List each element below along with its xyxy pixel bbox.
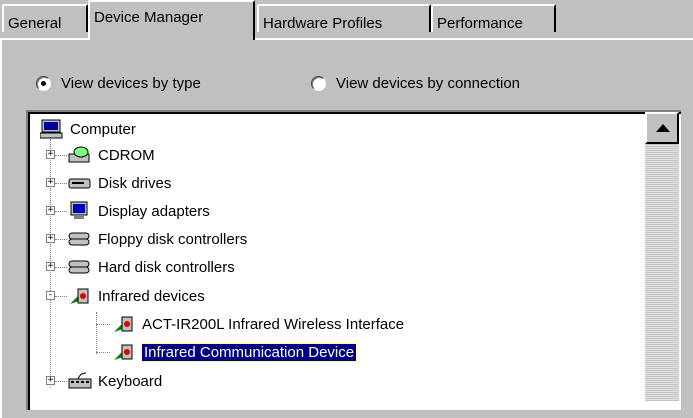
expand-icon[interactable]: + bbox=[46, 178, 55, 187]
scroll-up-button[interactable] bbox=[645, 112, 679, 144]
tab-performance[interactable]: Performance bbox=[431, 4, 556, 32]
computer-icon bbox=[39, 119, 64, 139]
radio-selected-icon bbox=[36, 75, 51, 91]
tree-item-keyboard[interactable]: + Keyboard bbox=[46, 368, 162, 394]
infrared-icon bbox=[112, 342, 136, 362]
tree-root-computer[interactable]: Computer bbox=[39, 116, 136, 142]
keyboard-icon bbox=[68, 371, 92, 391]
tab-general[interactable]: General bbox=[2, 4, 88, 32]
tab-hardware-profiles[interactable]: Hardware Profiles bbox=[257, 4, 431, 32]
expand-icon[interactable]: + bbox=[46, 206, 55, 215]
controller-icon bbox=[68, 257, 92, 277]
infrared-icon bbox=[68, 286, 92, 306]
tree-item-infrared-devices[interactable]: - Infrared devices bbox=[46, 283, 205, 309]
expand-icon[interactable]: + bbox=[46, 234, 55, 243]
tree-item-cdrom[interactable]: + CDROM bbox=[46, 142, 155, 168]
tree-item-disk-drives[interactable]: + Disk drives bbox=[46, 170, 171, 196]
infrared-icon bbox=[112, 314, 136, 334]
expand-icon[interactable]: + bbox=[46, 262, 55, 271]
radio-unselected-icon bbox=[311, 75, 326, 91]
tab-strip: General Device Manager Hardware Profiles… bbox=[0, 0, 693, 42]
tree-item-display-adapters[interactable]: + Display adapters bbox=[46, 198, 210, 224]
arrow-up-icon bbox=[656, 124, 670, 132]
expand-icon[interactable]: + bbox=[46, 376, 55, 385]
expand-icon[interactable]: + bbox=[46, 150, 55, 159]
vertical-scrollbar[interactable] bbox=[645, 112, 679, 401]
view-by-connection-label: View devices by connection bbox=[336, 74, 520, 92]
selected-item-label: Infrared Communication Device bbox=[140, 342, 358, 362]
tree-item-infrared-communication-device[interactable]: Infrared Communication Device bbox=[90, 339, 358, 365]
tree-item-hard-disk-controllers[interactable]: + Hard disk controllers bbox=[46, 254, 235, 280]
monitor-icon bbox=[68, 201, 92, 221]
controller-icon bbox=[68, 229, 92, 249]
disk-drive-icon bbox=[68, 173, 92, 193]
cdrom-icon bbox=[68, 145, 92, 165]
view-by-connection-radio[interactable]: View devices by connection bbox=[311, 71, 520, 95]
collapse-icon[interactable]: - bbox=[46, 291, 55, 300]
view-by-type-label: View devices by type bbox=[61, 74, 201, 92]
tree-item-act-ir200l[interactable]: ACT-IR200L Infrared Wireless Interface bbox=[90, 311, 404, 337]
view-by-type-radio[interactable]: View devices by type bbox=[36, 71, 201, 95]
tab-device-manager[interactable]: Device Manager bbox=[88, 0, 255, 40]
tree-item-floppy-disk-controllers[interactable]: + Floppy disk controllers bbox=[46, 226, 247, 252]
